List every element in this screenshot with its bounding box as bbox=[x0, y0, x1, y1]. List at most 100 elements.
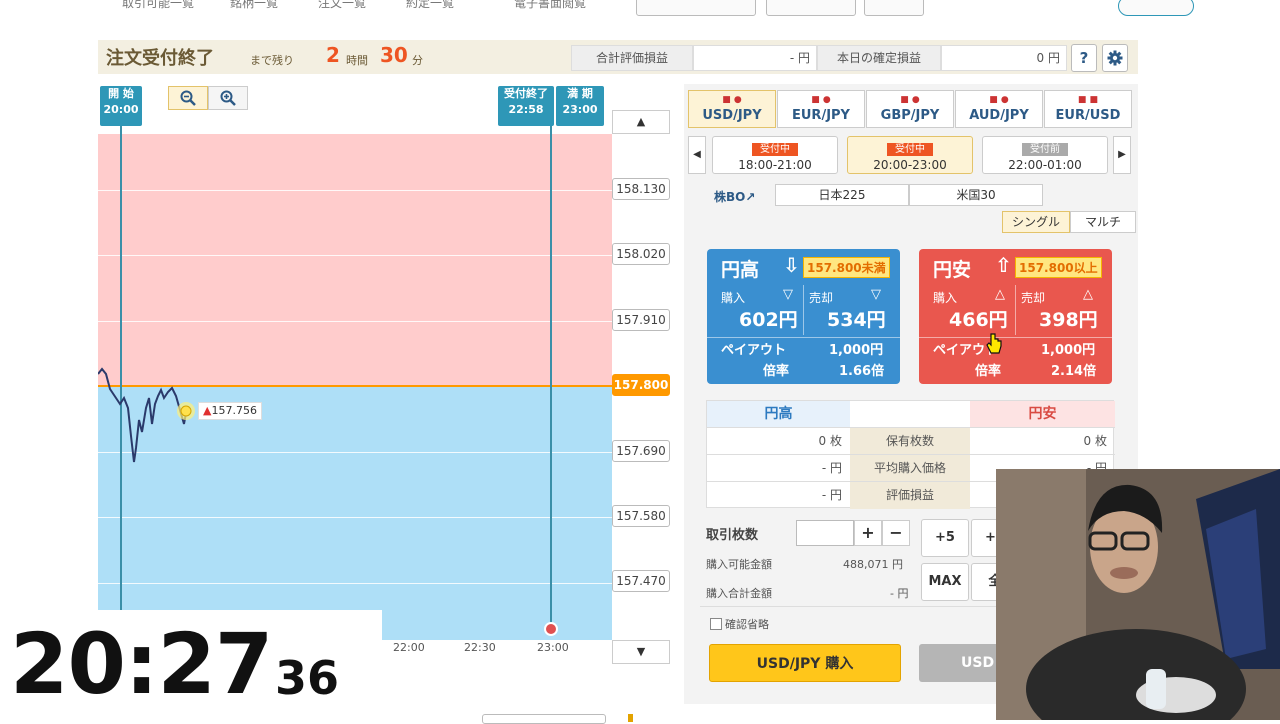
pair-eur-jpy[interactable]: ■ ● EUR/JPY bbox=[777, 90, 865, 128]
table-head-blank bbox=[850, 401, 970, 428]
price-level: 157.470 bbox=[612, 570, 670, 592]
logout-button[interactable] bbox=[1118, 0, 1194, 16]
price-chart[interactable] bbox=[98, 86, 612, 640]
close-tag: 受付終了 22:58 bbox=[498, 86, 554, 126]
pair-usd-jpy[interactable]: ■ ● USD/JPY bbox=[688, 90, 776, 128]
flag-icon: ■ ● bbox=[989, 95, 1009, 105]
time-label: 22:30 bbox=[464, 641, 496, 654]
nav-item-documents[interactable]: 電子書面閲覧 bbox=[514, 0, 586, 11]
triangle-up-icon: ▲ bbox=[636, 115, 646, 128]
low-buy-label: 購入 bbox=[933, 291, 958, 305]
time-label: 23:00 bbox=[537, 641, 569, 654]
stock-bo-link[interactable]: 株BO↗ bbox=[714, 188, 755, 205]
add-5-button[interactable]: +5 bbox=[921, 519, 969, 557]
price-level: 158.130 bbox=[612, 178, 670, 200]
triangle-left-icon: ◀ bbox=[693, 149, 701, 160]
table-cell: - 円 bbox=[821, 488, 842, 502]
divider bbox=[919, 337, 1112, 338]
settings-button[interactable] bbox=[1102, 44, 1128, 72]
arrow-down-icon: ⇩ bbox=[783, 253, 800, 277]
divider bbox=[700, 606, 1000, 607]
low-payout-value: 1,000円 bbox=[1041, 343, 1096, 358]
order-status: 注文受付終了 bbox=[106, 48, 214, 69]
nav-item-orders[interactable]: 注文一覧 bbox=[318, 0, 366, 11]
stock-nikkei-button[interactable]: 日本225 bbox=[775, 184, 909, 206]
zoom-out-button[interactable] bbox=[168, 86, 208, 110]
triangle-down-icon: ▼ bbox=[636, 645, 646, 658]
tab-single[interactable]: シングル bbox=[1002, 211, 1070, 233]
hours-unit: 時間 bbox=[346, 54, 368, 67]
pair-eur-usd[interactable]: ■ ■ EUR/USD bbox=[1044, 90, 1132, 128]
remaining-hours: 2 bbox=[326, 43, 340, 67]
nav-item-executions[interactable]: 約定一覧 bbox=[406, 0, 454, 11]
hand-cursor-icon bbox=[986, 333, 1002, 354]
slot-item[interactable]: 受付中 20:00-23:00 bbox=[847, 136, 973, 174]
qty-input[interactable] bbox=[796, 520, 854, 546]
zoom-in-button[interactable] bbox=[208, 86, 248, 110]
high-ratio-label: 倍率 bbox=[763, 364, 790, 379]
max-button[interactable]: MAX bbox=[921, 563, 969, 601]
total-value: - 円 bbox=[890, 587, 909, 600]
available-value: 488,071 円 bbox=[843, 558, 903, 571]
help-button[interactable]: ? bbox=[1071, 44, 1097, 72]
webcam-overlay bbox=[996, 469, 1280, 720]
table-row-label: 評価損益 bbox=[850, 482, 970, 509]
start-tag: 開 始 20:00 bbox=[100, 86, 142, 126]
strike-price-level: 157.800 bbox=[612, 374, 670, 396]
streamer-video bbox=[996, 469, 1280, 720]
low-buy-price[interactable]: 466円 bbox=[949, 305, 1008, 332]
buy-high-button[interactable]: USD/JPY 購入 bbox=[709, 644, 901, 682]
pair-gbp-jpy[interactable]: ■ ● GBP/JPY bbox=[866, 90, 954, 128]
high-payout-label: ペイアウト bbox=[721, 343, 787, 358]
expiry-marker bbox=[544, 622, 558, 636]
confirm-skip-checkbox[interactable] bbox=[710, 618, 722, 630]
scroll-down-button[interactable]: ▼ bbox=[612, 640, 670, 664]
table-head-high: 円高 bbox=[707, 401, 850, 428]
divider bbox=[1015, 285, 1016, 335]
price-line bbox=[98, 367, 195, 463]
pair-aud-jpy[interactable]: ■ ● AUD/JPY bbox=[955, 90, 1043, 128]
low-sell-price[interactable]: 398円 bbox=[1039, 305, 1098, 332]
clock-overlay: 20:27 36 bbox=[0, 610, 382, 720]
nav-item-tradable[interactable]: 取引可能一覧 bbox=[122, 0, 194, 11]
today-pl-value: 0 円 bbox=[941, 45, 1067, 71]
flag-icon: ■ ● bbox=[900, 95, 920, 105]
tab-multi[interactable]: マルチ bbox=[1070, 211, 1136, 233]
high-condition: 157.800未満 bbox=[803, 257, 890, 278]
high-title: 円高 bbox=[721, 259, 760, 281]
high-sell-price[interactable]: 534円 bbox=[827, 305, 886, 332]
expiry-tag: 満 期 23:00 bbox=[556, 86, 604, 126]
deposit-button[interactable] bbox=[766, 0, 856, 16]
divider bbox=[803, 285, 804, 335]
low-card[interactable]: 円安 ⇧ 157.800以上 購入 △ 466円 売却 △ 398円 ペイアウト… bbox=[919, 249, 1112, 384]
nav-item-symbols[interactable]: 銘柄一覧 bbox=[230, 0, 278, 11]
remaining-minutes: 30 bbox=[380, 43, 408, 67]
slot-item[interactable]: 受付中 18:00-21:00 bbox=[712, 136, 838, 174]
scroll-up-button[interactable]: ▲ bbox=[612, 110, 670, 134]
minutes-unit: 分 bbox=[412, 54, 423, 67]
low-ratio-label: 倍率 bbox=[975, 364, 1002, 379]
status-header: 注文受付終了 まで残り 2 時間 30 分 合計評価損益 - 円 本日の確定損益… bbox=[98, 40, 1138, 74]
high-card[interactable]: 円高 ⇩ 157.800未満 購入 ▽ 602円 売却 ▽ 534円 ペイアウト… bbox=[707, 249, 900, 384]
total-label: 購入合計金額 bbox=[706, 587, 772, 600]
slot-item[interactable]: 受付前 22:00-01:00 bbox=[982, 136, 1108, 174]
available-label: 購入可能金額 bbox=[706, 558, 772, 571]
high-buy-label: 購入 bbox=[721, 291, 746, 305]
help-nav-button[interactable] bbox=[864, 0, 924, 16]
table-cell: 0 枚 bbox=[707, 428, 850, 455]
slot-prev-button[interactable]: ◀ bbox=[688, 136, 706, 174]
qty-plus-button[interactable]: + bbox=[854, 520, 882, 546]
confirm-skip-label: 確認省略 bbox=[725, 618, 769, 631]
eval-pl-value: - 円 bbox=[693, 45, 817, 71]
price-level: 157.910 bbox=[612, 309, 670, 331]
high-buy-price[interactable]: 602円 bbox=[739, 305, 798, 332]
qty-minus-button[interactable]: − bbox=[882, 520, 910, 546]
quick-chart-button[interactable] bbox=[636, 0, 756, 16]
clock-hours-minutes: 20:27 bbox=[10, 615, 273, 713]
high-ratio-value: 1.66倍 bbox=[839, 364, 885, 379]
bottom-control[interactable] bbox=[482, 714, 606, 724]
slot-next-button[interactable]: ▶ bbox=[1113, 136, 1131, 174]
low-ratio-value: 2.14倍 bbox=[1051, 364, 1097, 379]
price-level: 157.580 bbox=[612, 505, 670, 527]
stock-dow-button[interactable]: 米国30 bbox=[909, 184, 1043, 206]
